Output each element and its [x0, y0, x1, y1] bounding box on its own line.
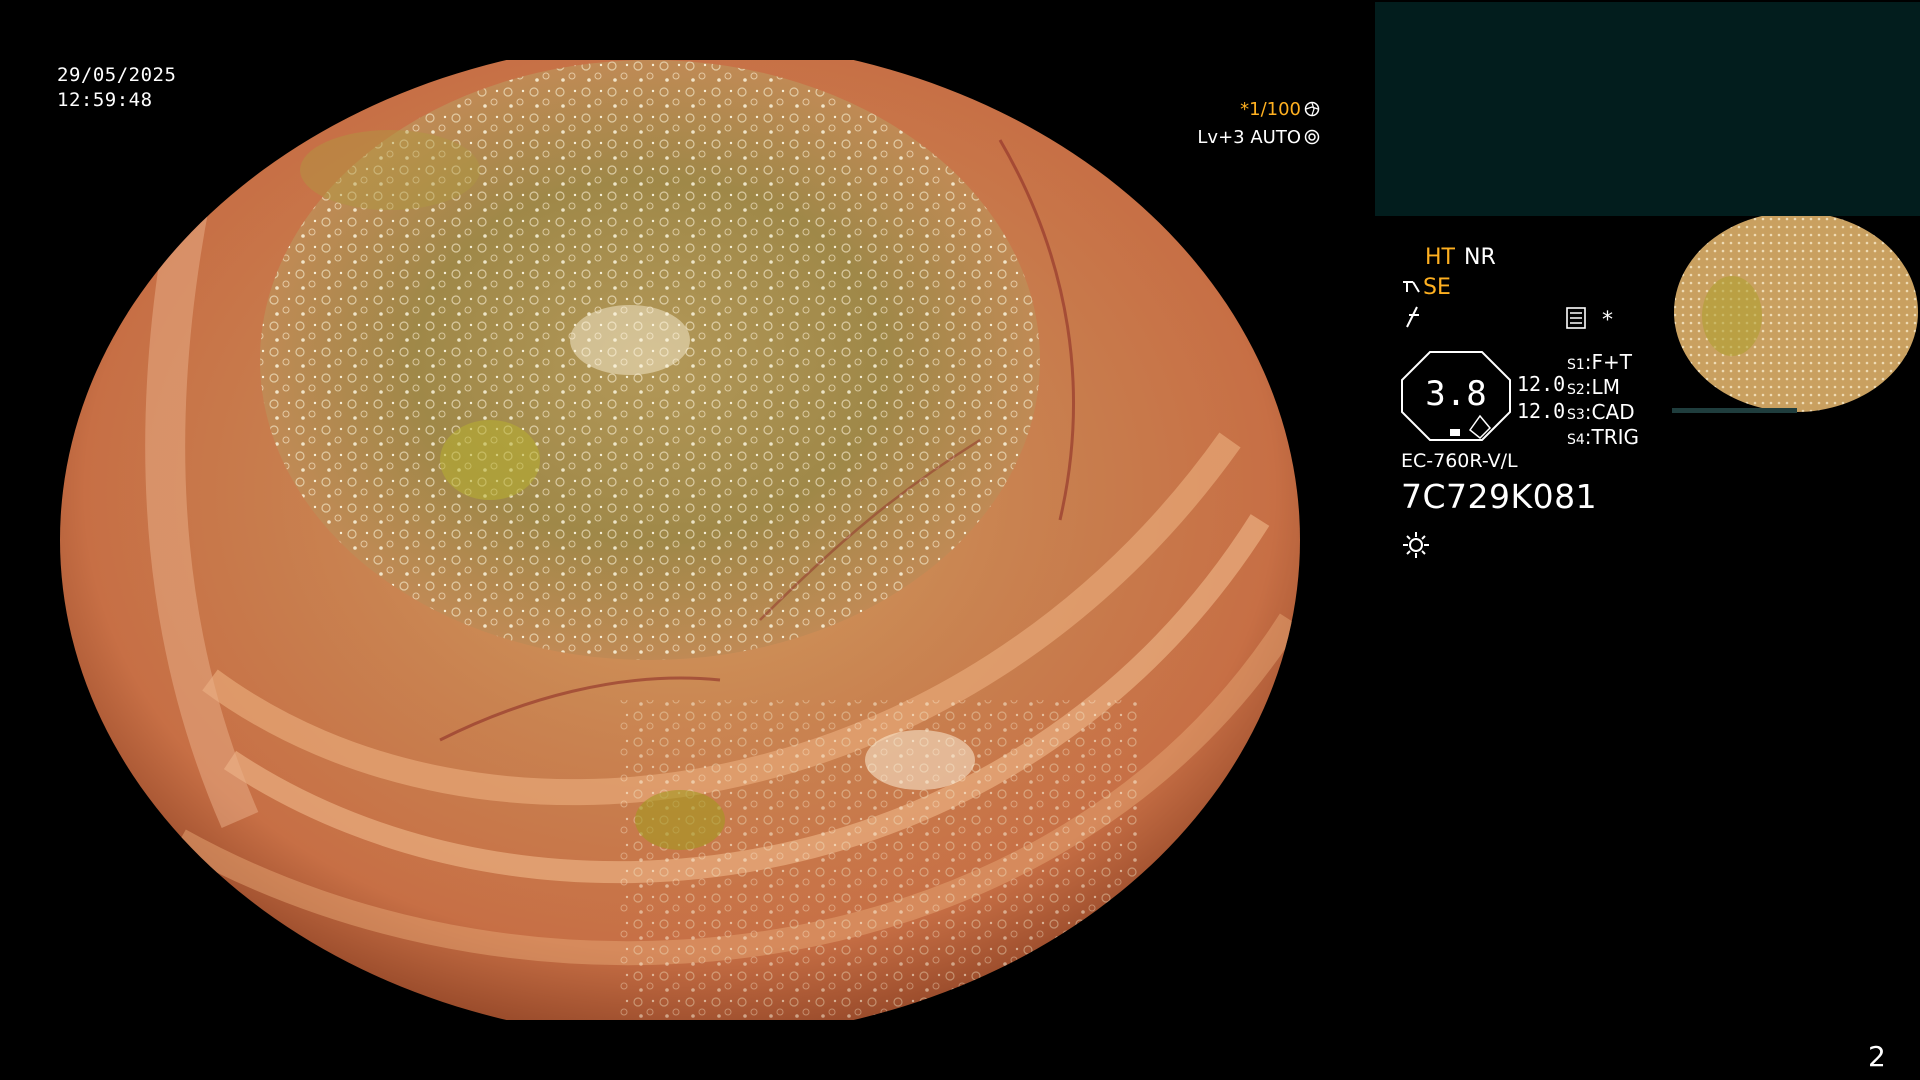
switch-s2: S2:LM: [1567, 375, 1620, 399]
date-readout: 29/05/2025: [57, 64, 177, 86]
value-2: 12.0: [1517, 399, 1566, 423]
shutter-readout: *1/100: [1240, 99, 1320, 120]
page-number: 2: [1868, 1040, 1886, 1073]
switch-key: S2: [1567, 382, 1585, 398]
settings-icon: [1566, 307, 1586, 329]
se-indicator: SE: [1401, 275, 1451, 300]
shutter-icon: [1304, 101, 1320, 117]
switch-s3: S3:CAD: [1567, 400, 1635, 424]
zoom-value: 3.8: [1425, 374, 1487, 414]
switch-value: LM: [1591, 375, 1620, 399]
switch-key: S3: [1567, 407, 1585, 423]
se-label: SE: [1423, 275, 1451, 300]
switch-value: TRIG: [1591, 425, 1640, 449]
scope-model: EC-760R-V/L: [1401, 450, 1518, 472]
lamp-icon: [1403, 532, 1429, 558]
structure-enhance-icon: [1403, 281, 1420, 293]
switch-s4: S4:TRIG: [1567, 425, 1640, 449]
auto-exposure-icon: [1304, 129, 1320, 145]
nr-indicator: NR: [1464, 245, 1496, 270]
exposure-label: Lv+3 AUTO: [1197, 127, 1301, 148]
switch-value: CAD: [1591, 400, 1635, 424]
secondary-display-panel: [1375, 2, 1920, 216]
star-indicator: *: [1602, 308, 1613, 333]
time-readout: 12:59:48: [57, 89, 153, 111]
shutter-label: *1/100: [1240, 99, 1301, 120]
value-1: 12.0: [1517, 372, 1566, 396]
endoscope-image: [60, 60, 1300, 1020]
exposure-level: Lv+3 AUTO: [1197, 127, 1320, 148]
ht-indicator: HT: [1425, 245, 1455, 270]
scope-serial: 7C729K081: [1401, 477, 1598, 516]
switch-value: F+T: [1591, 350, 1633, 374]
switch-s1: S1:F+T: [1567, 350, 1633, 374]
f-mode-icon: [1406, 306, 1419, 328]
switch-key: S4: [1567, 432, 1585, 448]
switch-key: S1: [1567, 357, 1585, 373]
thumbnail-image: [1672, 216, 1920, 416]
